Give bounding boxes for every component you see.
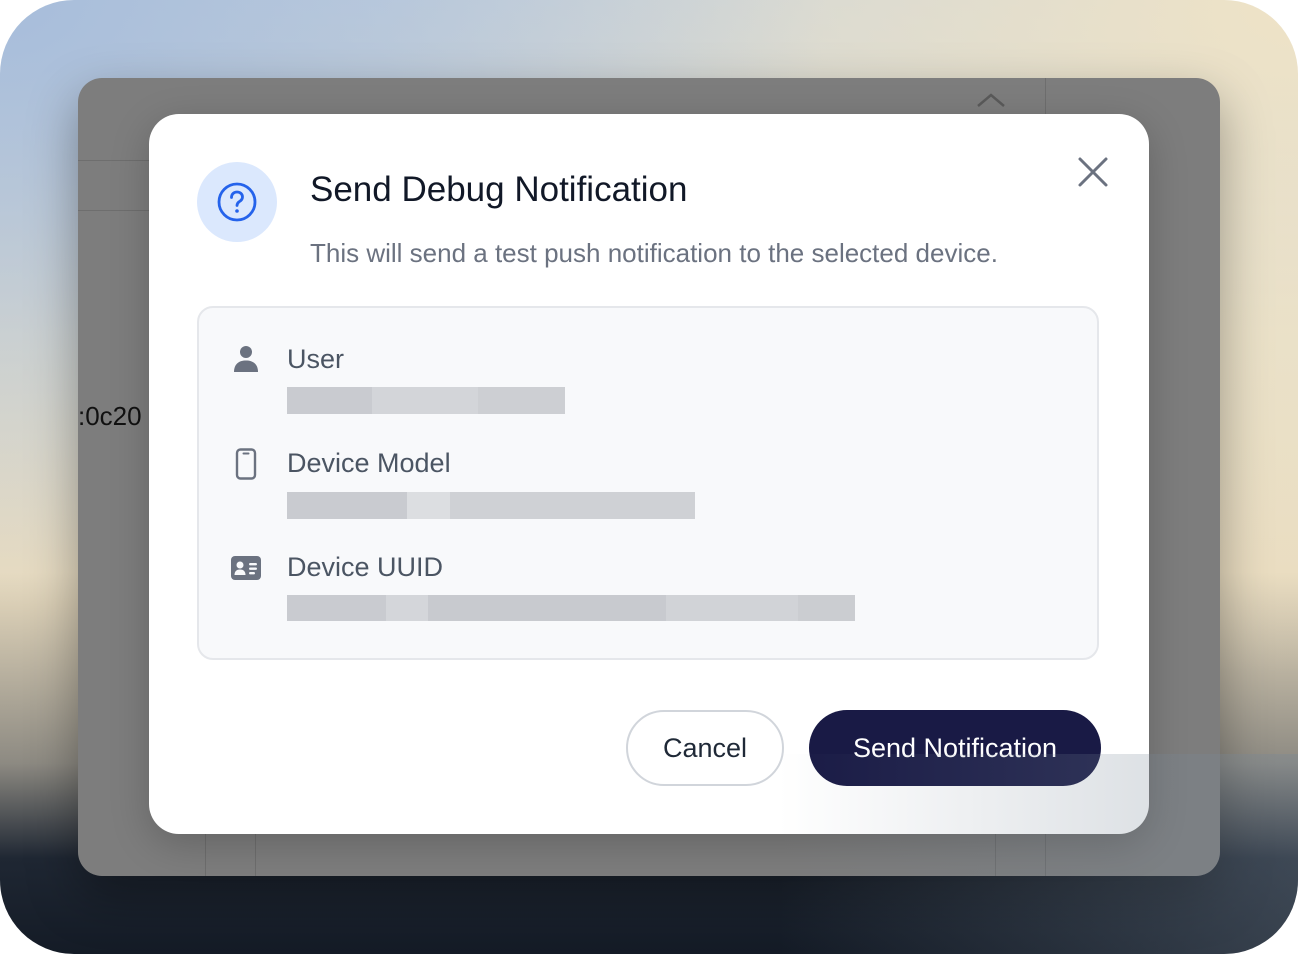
smartphone-icon <box>231 448 261 480</box>
cancel-button[interactable]: Cancel <box>626 710 784 786</box>
field-label-device-uuid: Device UUID <box>287 552 444 582</box>
redacted-value-user <box>287 387 565 414</box>
id-card-icon <box>231 553 261 583</box>
question-circle-icon <box>197 162 277 242</box>
device-info-panel: User Device Model Device UUID <box>197 306 1099 660</box>
dialog-title: Send Debug Notification <box>310 170 688 209</box>
dialog-subtitle: This will send a test push notification … <box>310 238 998 268</box>
partial-id-text: :0c20 <box>78 401 142 431</box>
chevron-up-icon[interactable] <box>976 92 1006 108</box>
close-icon <box>1078 157 1108 187</box>
desktop-background: :0c20 Send Debug Notification This will … <box>0 0 1298 954</box>
debug-notification-dialog: Send Debug Notification This will send a… <box>149 114 1149 834</box>
field-label-device-model: Device Model <box>287 448 451 478</box>
close-button[interactable] <box>1073 152 1113 192</box>
send-notification-button[interactable]: Send Notification <box>809 710 1101 786</box>
redacted-value-device-model <box>287 492 695 519</box>
field-label-user: User <box>287 344 345 374</box>
redacted-value-device-uuid <box>287 595 855 621</box>
user-icon <box>231 344 261 374</box>
